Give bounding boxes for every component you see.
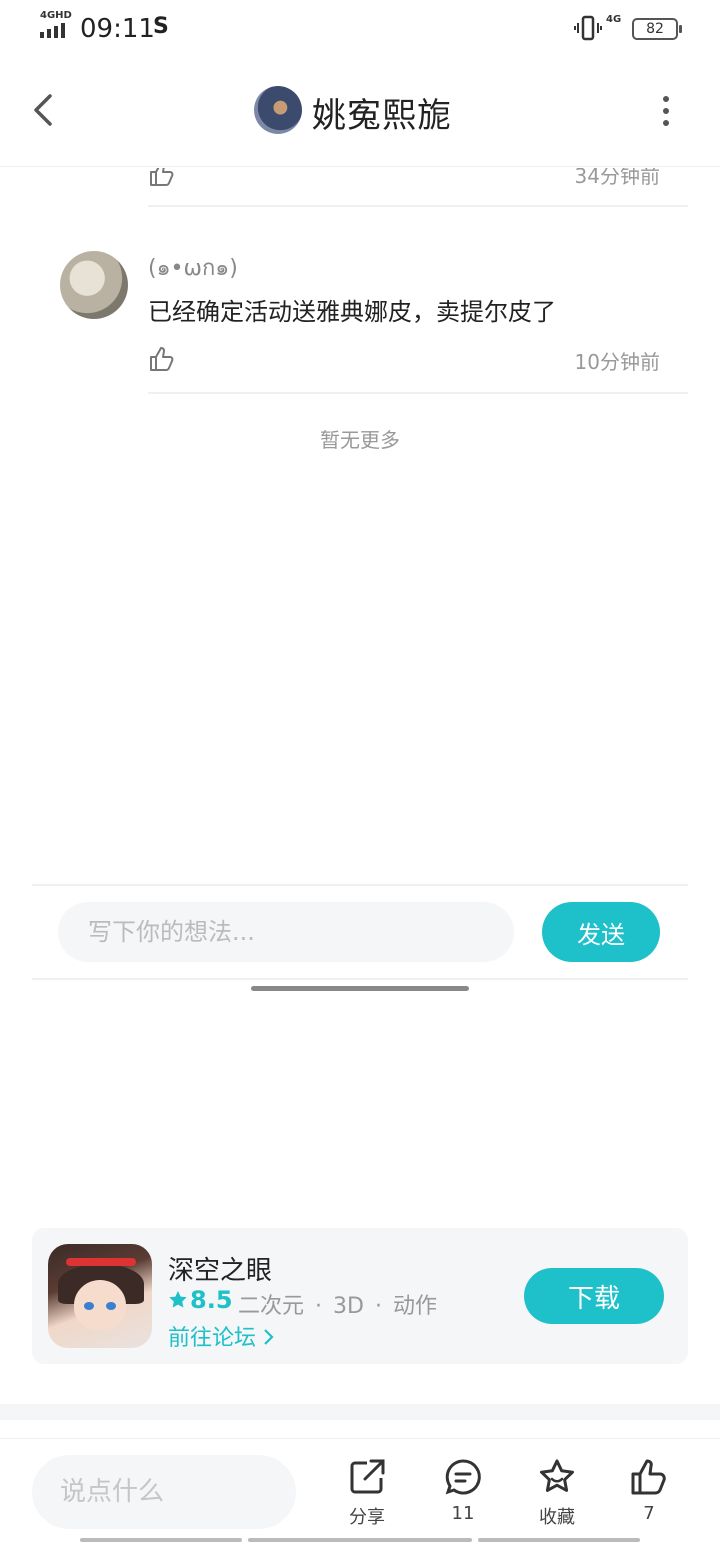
- send-button[interactable]: 发送: [542, 902, 660, 962]
- back-arrow-icon[interactable]: [28, 90, 64, 130]
- comments-button[interactable]: 11: [428, 1457, 498, 1543]
- clock: 09:11: [80, 14, 155, 44]
- tag: 二次元: [238, 1294, 305, 1319]
- game-rating: 8.5: [190, 1286, 233, 1314]
- network-type: 4GHD: [40, 10, 72, 21]
- download-button[interactable]: 下载: [524, 1268, 664, 1324]
- comment-input[interactable]: [32, 1455, 296, 1529]
- status-bar: 4GHD 09:11 S 4G 82: [0, 0, 720, 60]
- divider: [148, 392, 688, 394]
- app-notification-icon: S: [153, 14, 169, 39]
- bottom-action-bar: 分享 11 收藏 7: [0, 1438, 720, 1545]
- divider: [148, 205, 688, 207]
- tag-separator: ·: [315, 1294, 323, 1319]
- like-button[interactable]: 7: [614, 1457, 684, 1543]
- signal-icon: [40, 22, 70, 38]
- game-icon[interactable]: [48, 1244, 152, 1348]
- forum-link-label: 前往论坛: [168, 1326, 257, 1351]
- favorite-label: 收藏: [539, 1507, 575, 1528]
- sheet-handle[interactable]: [251, 986, 469, 991]
- likes-count: 7: [643, 1503, 655, 1524]
- more-options-icon[interactable]: [656, 96, 676, 130]
- tag: 动作: [392, 1294, 437, 1319]
- commenter-avatar[interactable]: [60, 251, 128, 319]
- top-nav: 姚寃熙旎: [0, 60, 720, 167]
- section-gap: [0, 1404, 720, 1420]
- share-button[interactable]: 分享: [332, 1457, 402, 1543]
- game-tags: 二次元 · 3D · 动作: [238, 1288, 441, 1320]
- reply-bar: 发送: [32, 884, 688, 980]
- chevron-right-icon: [264, 1329, 274, 1345]
- share-label: 分享: [349, 1507, 385, 1528]
- nav-indicator: [80, 1538, 640, 1542]
- favorite-button[interactable]: 收藏: [522, 1457, 592, 1543]
- share-icon: [350, 1459, 385, 1494]
- vibrate-icon: [574, 15, 602, 41]
- like-icon[interactable]: [148, 345, 176, 373]
- network-4g: 4G: [606, 14, 622, 25]
- battery-icon: 82: [632, 18, 682, 40]
- tag-separator: ·: [374, 1294, 382, 1319]
- comments-count: 11: [451, 1503, 475, 1524]
- star-outline-icon: [540, 1459, 574, 1492]
- author-name[interactable]: 姚寃熙旎: [312, 88, 452, 137]
- game-name[interactable]: 深空之眼: [168, 1250, 272, 1287]
- commenter-name[interactable]: (๑•ωก๑): [148, 250, 238, 285]
- reply-input[interactable]: [58, 902, 514, 962]
- author-avatar[interactable]: [254, 86, 302, 134]
- comment-icon: [445, 1459, 481, 1495]
- star-icon: [169, 1291, 187, 1308]
- comment-text: 已经确定活动送雅典娜皮，卖提尔皮了: [148, 298, 556, 326]
- thumbs-up-icon: [631, 1459, 666, 1495]
- no-more-text: 暂无更多: [320, 428, 400, 452]
- comment-time: 10分钟前: [574, 350, 660, 374]
- tag: 3D: [333, 1294, 364, 1319]
- game-card[interactable]: 深空之眼 8.5 二次元 · 3D · 动作 前往论坛 下载: [32, 1228, 688, 1364]
- forum-link[interactable]: 前往论坛: [168, 1320, 276, 1352]
